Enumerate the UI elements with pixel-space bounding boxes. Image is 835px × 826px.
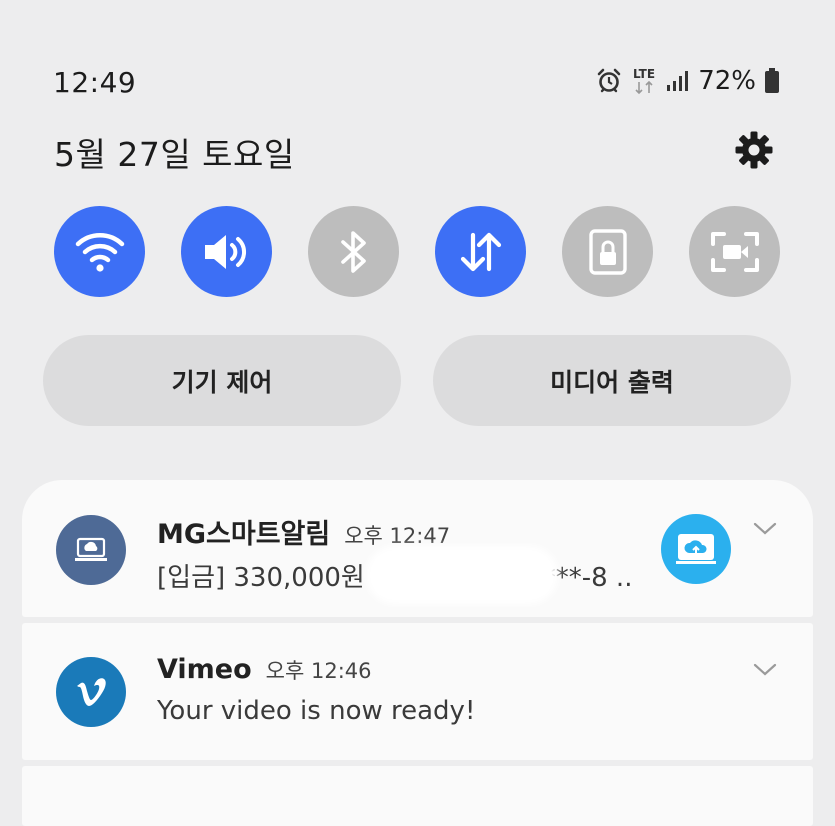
expand-chevron-icon[interactable] — [752, 661, 778, 679]
lte-icon: LTE — [630, 66, 658, 96]
notification-partial[interactable] — [22, 766, 813, 826]
media-output-button[interactable]: 미디어 출력 — [433, 335, 791, 426]
notification-time: 오후 12:47 — [344, 524, 451, 548]
status-icons: LTE 72% — [596, 66, 780, 96]
speaker-icon — [204, 234, 246, 269]
device-control-label: 기기 제어 — [171, 367, 273, 397]
wifi-toggle[interactable] — [54, 206, 145, 297]
rotation-lock-toggle[interactable] — [562, 206, 653, 297]
expand-chevron-icon[interactable] — [752, 520, 778, 538]
mg-app-icon — [56, 515, 126, 585]
media-output-label: 미디어 출력 — [550, 367, 674, 397]
status-bar: 12:49 LTE 72% — [0, 62, 835, 104]
date-label: 5월 27일 토요일 — [54, 135, 295, 174]
notification-list: MG스마트알림오후 12:47 [입금] 330,000원 000***-8 .… — [22, 480, 813, 826]
notification-mg[interactable]: MG스마트알림오후 12:47 [입금] 330,000원 000***-8 .… — [22, 480, 813, 617]
lte-label: LTE — [633, 67, 655, 81]
notification-app-name: MG스마트알림 오후 12:47 — [157, 519, 451, 550]
screen-record-icon — [710, 231, 759, 272]
battery-icon — [764, 67, 780, 95]
wifi-icon — [75, 232, 124, 272]
screen-recorder-toggle[interactable] — [689, 206, 780, 297]
lock-icon — [588, 228, 627, 275]
mg-large-icon — [661, 514, 731, 584]
mobile-data-toggle[interactable] — [435, 206, 526, 297]
notification-vimeo[interactable]: Vimeo 오후 12:46 Your video is now ready! — [22, 623, 813, 760]
data-arrows-icon — [460, 232, 501, 271]
notification-app-name: Vimeo 오후 12:46 — [157, 654, 372, 685]
signal-icon — [666, 69, 689, 93]
battery-percent: 72% — [698, 66, 756, 96]
gear-icon — [735, 131, 773, 169]
device-control-button[interactable]: 기기 제어 — [43, 335, 401, 426]
alarm-icon — [596, 68, 622, 94]
notification-time: 오후 12:46 — [265, 659, 372, 683]
redaction-mark — [372, 552, 552, 598]
settings-button[interactable] — [733, 129, 775, 171]
clock: 12:49 — [53, 66, 137, 99]
bluetooth-toggle[interactable] — [308, 206, 399, 297]
vimeo-icon — [56, 657, 126, 727]
notification-text: Your video is now ready! — [157, 696, 476, 726]
sound-toggle[interactable] — [181, 206, 272, 297]
bluetooth-icon — [340, 230, 366, 273]
quick-toggles — [54, 206, 781, 298]
